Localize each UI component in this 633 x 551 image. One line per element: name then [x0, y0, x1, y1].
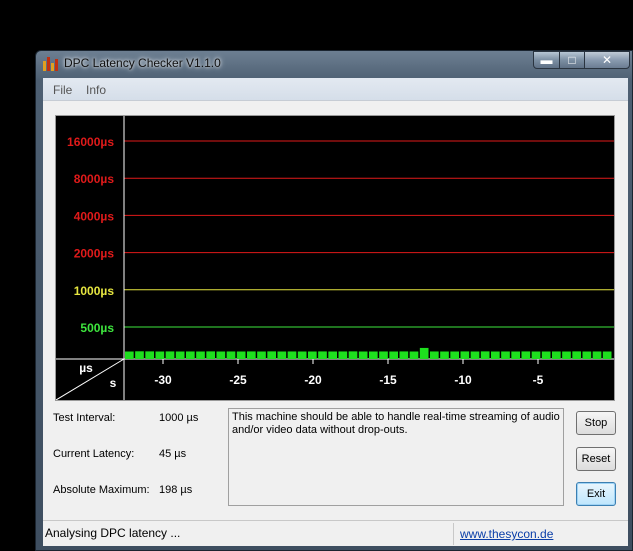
latency-bar [328, 351, 337, 359]
y-unit-label: µs [79, 361, 93, 375]
latency-bar [287, 351, 297, 359]
latency-bar [308, 351, 317, 359]
x-tick-label: -20 [304, 373, 322, 387]
status-text: Analysing DPC latency ... [45, 526, 181, 540]
latency-bar [348, 351, 358, 359]
latency-bar [450, 351, 459, 359]
latency-bar [155, 351, 165, 359]
absolute-maximum-label: Absolute Maximum: [53, 484, 150, 496]
latency-bar [297, 351, 307, 359]
latency-bar [399, 351, 409, 359]
status-bar: Analysing DPC latency ... www.thesycon.d… [43, 520, 628, 547]
y-tick-label: 16000µs [67, 135, 114, 149]
app-logo-icon [43, 57, 59, 71]
latency-bar [277, 351, 287, 359]
latency-bar [440, 351, 449, 359]
website-link[interactable]: www.thesycon.de [460, 527, 553, 541]
close-icon: ✕ [601, 53, 613, 67]
latency-chart-svg: 16000µs 8000µs 4000µs 2000µs 1000µs 500µs µs s -… [56, 116, 614, 400]
stop-button[interactable]: Stop [576, 411, 616, 435]
y-tick-label: 4000µs [74, 209, 115, 223]
absolute-maximum-value: 198 µs [159, 484, 193, 496]
latency-bar [369, 351, 378, 359]
latency-bar [135, 351, 144, 359]
menu-info[interactable]: Info [86, 83, 106, 97]
latency-bar [338, 351, 348, 359]
x-tick-label: -5 [533, 373, 544, 387]
latency-bar [125, 351, 134, 359]
latency-bar [602, 351, 612, 359]
maximize-button[interactable]: □ [559, 51, 585, 69]
menu-file[interactable]: File [53, 83, 72, 97]
y-tick-label: 1000µs [74, 284, 115, 298]
latency-bar [419, 347, 429, 359]
latency-bar [196, 351, 205, 359]
latency-bar [267, 351, 276, 359]
maximize-icon: □ [568, 53, 576, 67]
latency-bar [318, 351, 327, 359]
y-tick-label: 500µs [80, 321, 114, 335]
current-latency-label: Current Latency: [53, 448, 135, 460]
app-window: DPC Latency Checker V1.1.0 ▬ □ ✕ File In… [35, 50, 633, 551]
menu-bar: File Info [43, 78, 628, 101]
latency-bar [186, 351, 195, 359]
latency-bar [582, 351, 592, 359]
close-button[interactable]: ✕ [584, 51, 630, 69]
latency-bar [501, 351, 510, 359]
window-title: DPC Latency Checker V1.1.0 [64, 56, 221, 70]
latency-bar [379, 351, 388, 359]
x-tick-label: -25 [229, 373, 247, 387]
latency-bar [491, 351, 500, 359]
latency-bar [531, 351, 541, 359]
status-separator [453, 523, 454, 545]
y-tick-label: 8000µs [74, 172, 115, 186]
title-bar[interactable]: DPC Latency Checker V1.1.0 ▬ □ ✕ [36, 51, 632, 77]
y-tick-label: 2000µs [74, 247, 115, 261]
latency-bar [430, 351, 439, 359]
x-tick-label: -15 [379, 373, 397, 387]
exit-button[interactable]: Exit [576, 482, 616, 506]
latency-bar [257, 351, 266, 359]
latency-bar [236, 351, 246, 359]
latency-bar [226, 351, 236, 359]
latency-bar [358, 351, 368, 359]
latency-bar [389, 351, 398, 359]
result-message-box: This machine should be able to handle re… [228, 408, 564, 506]
test-interval-label: Test Interval: [53, 412, 116, 424]
current-latency-value: 45 µs [159, 448, 187, 460]
x-unit-label: s [110, 376, 117, 390]
latency-bar [247, 351, 256, 359]
reset-button[interactable]: Reset [576, 447, 616, 471]
latency-bar [552, 351, 561, 359]
latency-bar [511, 351, 520, 359]
latency-bar [470, 351, 480, 359]
x-tick-label: -30 [154, 373, 172, 387]
latency-bar [175, 351, 185, 359]
client-area: File Info 16000µs 8000µs 4000µs 2000µs 1000µ… [43, 78, 628, 546]
latency-bar [165, 351, 175, 359]
latency-bar [480, 351, 490, 359]
latency-bar [562, 351, 571, 359]
latency-bar [541, 351, 551, 359]
latency-bar [216, 351, 226, 359]
latency-bar [592, 351, 602, 359]
minimize-button[interactable]: ▬ [533, 51, 560, 69]
test-interval-value: 1000 µs [159, 412, 199, 424]
latency-bar [409, 351, 419, 359]
latency-bar [521, 351, 531, 359]
latency-chart: 16000µs 8000µs 4000µs 2000µs 1000µs 500µs µs s -… [55, 115, 615, 401]
minimize-icon: ▬ [540, 53, 553, 67]
x-tick-label: -10 [454, 373, 472, 387]
latency-bar [572, 351, 581, 359]
latency-bar [206, 351, 215, 359]
latency-bar [145, 351, 154, 359]
latency-bar [460, 351, 470, 359]
